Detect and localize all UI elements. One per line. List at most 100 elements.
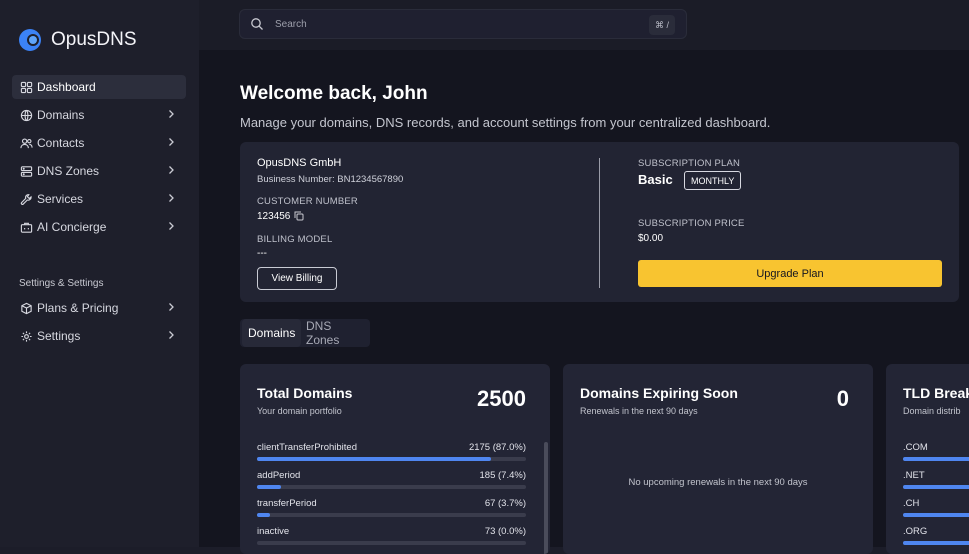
company-name: OpusDNS GmbH <box>257 157 342 169</box>
tld-label: .NET <box>903 470 925 481</box>
wrench-icon <box>19 192 33 206</box>
account-card: OpusDNS GmbH Business Number: BN12345678… <box>240 142 959 302</box>
sidebar-item-label: Services <box>37 192 84 206</box>
status-bar-fill <box>257 457 492 461</box>
status-bar-track <box>257 541 526 545</box>
briefcase-icon <box>19 220 33 234</box>
tab-domains[interactable]: Domains <box>242 319 302 347</box>
card-title: TLD Break <box>903 385 969 401</box>
tld-bar <box>903 513 969 517</box>
tld-label: .CH <box>903 498 920 509</box>
status-value: 67 (3.7%) <box>484 498 526 509</box>
status-bar-fill <box>257 485 282 489</box>
status-row: clientTransferProhibited 2175 (87.0%) <box>257 442 526 464</box>
chevron-right-icon <box>169 138 174 146</box>
divider <box>599 158 600 288</box>
logo-icon <box>19 29 41 51</box>
empty-state-text: No upcoming renewals in the next 90 days <box>628 477 808 488</box>
tld-bar <box>903 485 969 489</box>
subscription-price: $0.00 <box>638 233 664 244</box>
status-label: addPeriod <box>257 470 301 481</box>
customer-number: 123456 <box>257 211 291 222</box>
status-row: transferPeriod 67 (3.7%) <box>257 498 526 520</box>
status-bar-track <box>257 457 526 461</box>
search-icon <box>251 18 263 30</box>
chevron-right-icon <box>169 222 174 230</box>
copy-icon[interactable] <box>294 211 304 221</box>
subscription-plan: Basic <box>638 172 673 187</box>
sidebar-item-label: Contacts <box>37 136 85 150</box>
search-shortcut-hint: ⌘ / <box>649 15 675 35</box>
brand-name: OpusDNS <box>51 29 137 50</box>
upgrade-plan-button[interactable]: Upgrade Plan <box>638 260 942 287</box>
sidebar-item-label: DNS Zones <box>37 164 100 178</box>
gear-icon <box>19 329 33 343</box>
status-value: 2175 (87.0%) <box>468 442 526 453</box>
expiring-count: 0 <box>836 386 849 411</box>
tld-bar <box>903 457 969 461</box>
page-title: Welcome back, John <box>240 83 428 104</box>
brand-logo[interactable]: OpusDNS <box>19 29 137 51</box>
sidebar-item-dashboard[interactable]: Dashboard <box>12 75 186 99</box>
status-label: clientTransferProhibited <box>257 442 357 453</box>
sidebar-item-services[interactable]: Services <box>12 187 186 211</box>
tld-label: .ORG <box>903 526 928 537</box>
server-icon <box>19 164 33 178</box>
dashboard-icon <box>19 80 33 94</box>
chevron-right-icon <box>169 110 174 118</box>
sidebar-item-label: Dashboard <box>37 80 96 94</box>
sidebar-item-label: Plans & Pricing <box>37 301 119 315</box>
status-row: addPeriod 185 (7.4%) <box>257 470 526 492</box>
tld-label: .COM <box>903 442 928 453</box>
total-domains-count: 2500 <box>477 386 526 411</box>
billing-cycle-badge: MONTHLY <box>684 171 742 190</box>
card-title: Domains Expiring Soon <box>580 385 738 401</box>
subscription-price-label: SUBSCRIPTION PRICE <box>638 218 745 229</box>
settings-section-title: Settings & Settings <box>19 278 104 289</box>
tab-dns-zones[interactable]: DNS Zones <box>300 319 370 347</box>
sidebar-item-label: Settings <box>37 329 81 343</box>
status-label: inactive <box>257 526 290 537</box>
tab-bar: Domains DNS Zones <box>240 319 370 347</box>
sidebar: OpusDNS Dashboard Domains Contacts DNS Z… <box>0 0 199 547</box>
customer-number-label: CUSTOMER NUMBER <box>257 196 358 207</box>
total-domains-card: Total Domains Your domain portfolio 2500… <box>240 364 550 554</box>
card-title: Total Domains <box>257 385 353 401</box>
status-row: inactive 73 (0.0%) <box>257 526 526 548</box>
search-placeholder: Search <box>275 19 307 30</box>
status-label: transferPeriod <box>257 498 317 509</box>
expiring-domains-card: Domains Expiring Soon Renewals in the ne… <box>563 364 873 554</box>
page-subtitle: Manage your domains, DNS records, and ac… <box>240 115 771 130</box>
card-subtitle: Domain distrib <box>903 406 961 416</box>
sidebar-item-label: Domains <box>37 108 85 122</box>
view-billing-button[interactable]: View Billing <box>257 267 337 290</box>
sidebar-item-settings[interactable]: Settings <box>12 324 186 348</box>
card-subtitle: Renewals in the next 90 days <box>580 406 698 416</box>
chevron-right-icon <box>169 303 174 311</box>
sidebar-item-dns-zones[interactable]: DNS Zones <box>12 159 186 183</box>
billing-model-label: BILLING MODEL <box>257 234 333 245</box>
subscription-plan-label: SUBSCRIPTION PLAN <box>638 158 741 169</box>
status-bar-track <box>257 485 526 489</box>
billing-model: --- <box>257 248 267 259</box>
card-subtitle: Your domain portfolio <box>257 406 342 416</box>
scrollbar[interactable] <box>544 442 548 554</box>
tld-breakdown-card: TLD Break Domain distrib .COM .NET .CH .… <box>886 364 969 554</box>
status-value: 185 (7.4%) <box>479 470 526 481</box>
chevron-right-icon <box>169 166 174 174</box>
tld-bar <box>903 541 969 545</box>
search-input[interactable]: Search ⌘ / <box>239 9 687 39</box>
sidebar-item-ai-concierge[interactable]: AI Concierge <box>12 215 186 239</box>
sidebar-item-contacts[interactable]: Contacts <box>12 131 186 155</box>
globe-icon <box>19 108 33 122</box>
box-icon <box>19 301 33 315</box>
sidebar-item-domains[interactable]: Domains <box>12 103 186 127</box>
sidebar-item-plans-pricing[interactable]: Plans & Pricing <box>12 296 186 320</box>
chevron-right-icon <box>169 331 174 339</box>
chevron-right-icon <box>169 194 174 202</box>
status-value: 73 (0.0%) <box>484 526 526 537</box>
business-number: Business Number: BN1234567890 <box>257 174 404 185</box>
users-icon <box>19 136 33 150</box>
sidebar-item-label: AI Concierge <box>37 220 107 234</box>
status-bar-track <box>257 513 526 517</box>
